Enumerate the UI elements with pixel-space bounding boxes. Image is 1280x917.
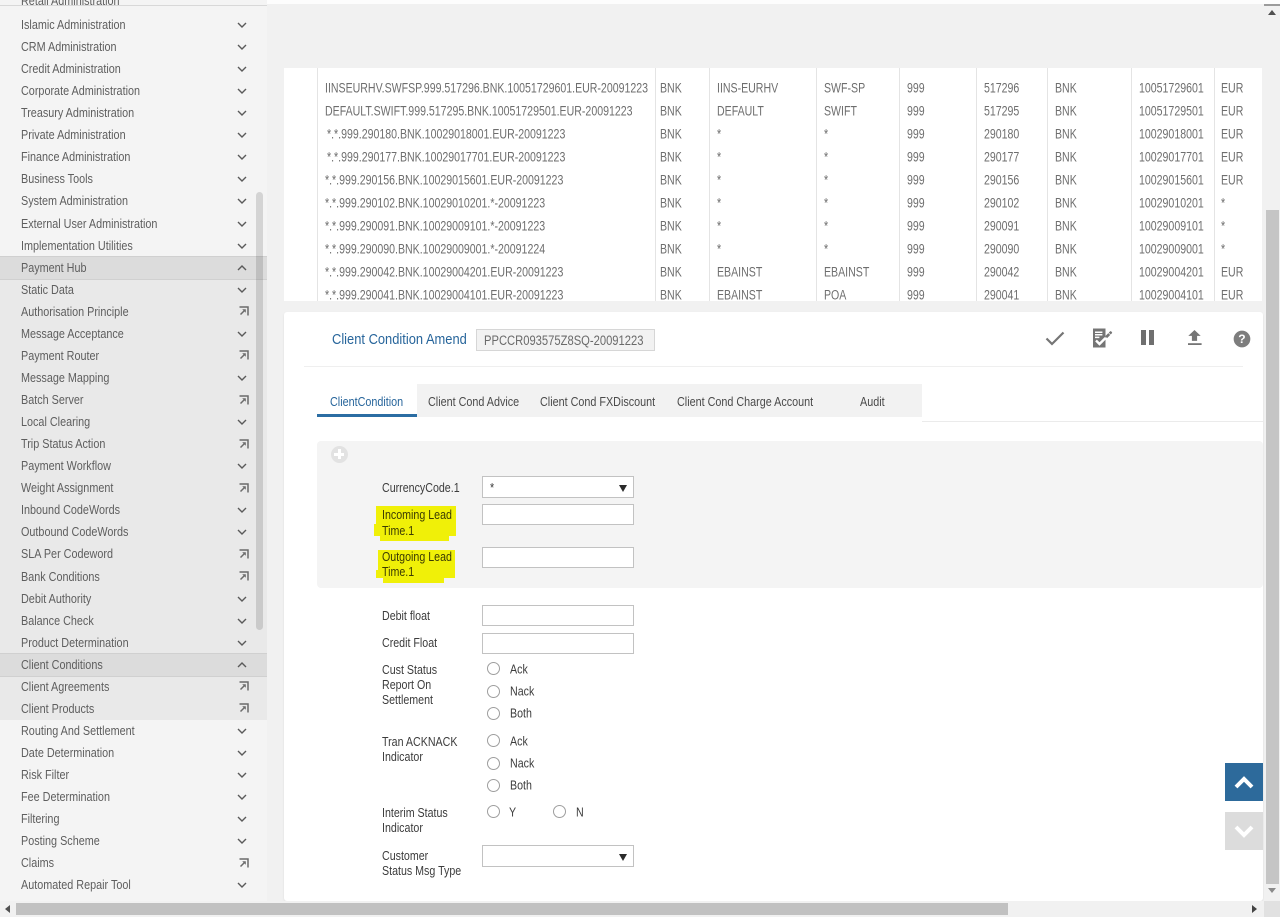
svg-text:?: ? xyxy=(1238,332,1245,346)
